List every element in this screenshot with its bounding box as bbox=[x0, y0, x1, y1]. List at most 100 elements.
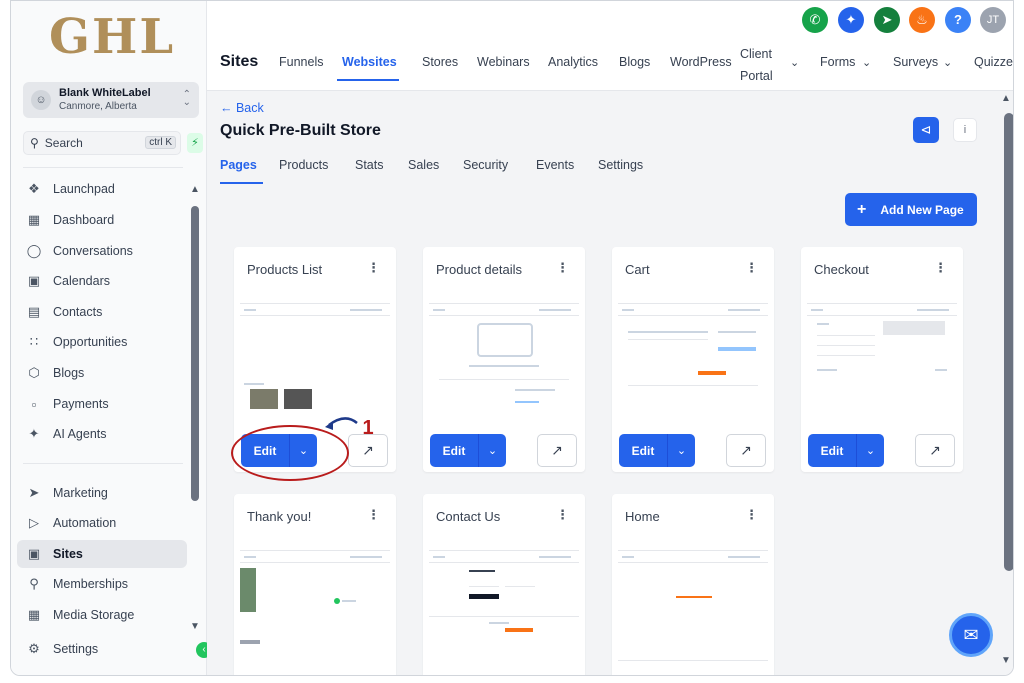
nav-webinars[interactable]: Webinars bbox=[477, 55, 530, 69]
sidebar-item-launchpad[interactable]: ❖ Launchpad bbox=[17, 175, 187, 203]
edit-button-group[interactable]: Edit ⌄ bbox=[808, 434, 884, 467]
info-icon[interactable]: i bbox=[953, 118, 977, 142]
main-scrollbar[interactable] bbox=[1004, 113, 1013, 571]
nav-analytics[interactable]: Analytics bbox=[548, 55, 598, 69]
search-button[interactable]: ⚲ Search ctrl K bbox=[23, 131, 181, 155]
page-card[interactable]: Home ⋮ bbox=[612, 494, 774, 675]
edit-button[interactable]: Edit bbox=[808, 444, 856, 458]
contacts-icon: ▤ bbox=[27, 304, 41, 319]
sidebar-item-marketing[interactable]: ➤ Marketing bbox=[17, 479, 187, 507]
external-link-icon[interactable]: ↗ bbox=[915, 434, 955, 467]
tab-products[interactable]: Products bbox=[279, 158, 328, 172]
chat-support-icon[interactable]: ✉ bbox=[949, 613, 993, 657]
nav-blogs[interactable]: Blogs bbox=[619, 55, 650, 69]
sidebar-item-blogs[interactable]: ⬡ Blogs bbox=[17, 359, 187, 387]
more-icon[interactable]: ⋮ bbox=[556, 507, 569, 523]
sidebar-item-conversations[interactable]: ◯ Conversations bbox=[17, 237, 187, 265]
sidebar-item-calendars[interactable]: ▣ Calendars bbox=[17, 267, 187, 295]
sidebar-item-label: Conversations bbox=[53, 244, 133, 258]
sidebar-item-automation[interactable]: ▷ Automation bbox=[17, 509, 187, 537]
sidebar-item-settings[interactable]: ⚙ Settings bbox=[17, 635, 187, 663]
sidebar-item-dashboard[interactable]: ▦ Dashboard bbox=[17, 206, 187, 234]
page-preview bbox=[240, 293, 390, 415]
more-icon[interactable]: ⋮ bbox=[745, 507, 758, 523]
active-tab-indicator bbox=[337, 79, 399, 81]
more-icon[interactable]: ⋮ bbox=[367, 260, 380, 276]
nav-forms[interactable]: Forms bbox=[820, 55, 855, 69]
main-content: ← Back Quick Pre-Built Store ⊲ i Pages P… bbox=[207, 91, 1013, 675]
more-icon[interactable]: ⋮ bbox=[367, 507, 380, 523]
edit-button[interactable]: Edit bbox=[430, 444, 478, 458]
tab-sales[interactable]: Sales bbox=[408, 158, 439, 172]
scroll-up-icon[interactable]: ▲ bbox=[190, 184, 200, 195]
sidebar-item-ai-agents[interactable]: ✦ AI Agents bbox=[17, 420, 187, 448]
add-new-page-button[interactable]: + Add New Page bbox=[845, 193, 977, 226]
back-link[interactable]: ← Back bbox=[220, 101, 264, 115]
tab-security[interactable]: Security bbox=[463, 158, 508, 172]
edit-button-group[interactable]: Edit ⌄ bbox=[619, 434, 695, 467]
scroll-down-icon[interactable]: ▼ bbox=[1001, 655, 1011, 666]
more-icon[interactable]: ⋮ bbox=[934, 260, 947, 276]
help-icon[interactable]: ? bbox=[945, 7, 971, 33]
nav-wordpress[interactable]: WordPress bbox=[670, 55, 732, 69]
bolt-icon[interactable]: ⚡ bbox=[187, 133, 203, 153]
nav-funnels[interactable]: Funnels bbox=[279, 55, 323, 69]
sidebar-item-contacts[interactable]: ▤ Contacts bbox=[17, 298, 187, 326]
account-switcher[interactable]: ☺ Blank WhiteLabel Canmore, Alberta ⌃ ⌄ bbox=[23, 82, 199, 118]
nav-client-portal[interactable]: Client Portal bbox=[740, 43, 773, 87]
more-icon[interactable]: ⋮ bbox=[556, 260, 569, 276]
chevron-down-icon: ⌄ bbox=[943, 57, 953, 69]
avatar[interactable]: JT bbox=[980, 7, 1006, 33]
play-icon: ▷ bbox=[29, 515, 39, 530]
chevron-down-icon[interactable]: ⌄ bbox=[668, 444, 695, 457]
edit-button[interactable]: Edit bbox=[619, 444, 667, 458]
app-window: GHL ☺ Blank WhiteLabel Canmore, Alberta … bbox=[10, 0, 1014, 676]
external-link-icon[interactable]: ↗ bbox=[537, 434, 577, 467]
nav-websites[interactable]: Websites bbox=[342, 55, 397, 69]
card-title: Product details bbox=[436, 262, 522, 277]
page-preview bbox=[618, 540, 768, 675]
share-icon[interactable]: ⊲ bbox=[913, 117, 939, 143]
external-link-icon[interactable]: ↗ bbox=[726, 434, 766, 467]
annotation-step-badge: 1 bbox=[362, 417, 374, 439]
nav-quizzes[interactable]: Quizzes bbox=[974, 55, 1013, 69]
bell-icon[interactable]: ♨ bbox=[909, 7, 935, 33]
sidebar-scrollbar[interactable] bbox=[191, 206, 199, 501]
calendar-icon: ▣ bbox=[27, 273, 41, 288]
page-preview bbox=[429, 293, 579, 415]
page-card[interactable]: Cart ⋮ Edit ⌄ ↗ bbox=[612, 247, 774, 472]
account-name: Blank WhiteLabel bbox=[59, 87, 151, 99]
sidebar-item-label: Media Storage bbox=[53, 608, 135, 622]
sidebar-item-opportunities[interactable]: ∷ Opportunities bbox=[17, 328, 187, 356]
card-title: Contact Us bbox=[436, 509, 501, 524]
tab-settings[interactable]: Settings bbox=[598, 158, 643, 172]
scroll-up-icon[interactable]: ▲ bbox=[1001, 93, 1011, 104]
tab-stats[interactable]: Stats bbox=[355, 158, 384, 172]
nav-surveys[interactable]: Surveys bbox=[893, 55, 938, 69]
phone-icon[interactable]: ✆ bbox=[802, 7, 828, 33]
page-card[interactable]: Thank you! ⋮ bbox=[234, 494, 396, 675]
page-card[interactable]: Product details ⋮ Edit ⌄ ↗ bbox=[423, 247, 585, 472]
tab-events[interactable]: Events bbox=[536, 158, 574, 172]
add-new-page-label: Add New Page bbox=[880, 202, 964, 217]
sidebar-item-memberships[interactable]: ⚲ Memberships bbox=[17, 570, 187, 598]
magic-icon[interactable]: ✦ bbox=[838, 7, 864, 33]
chevron-down-icon[interactable]: ⌄ bbox=[857, 444, 884, 457]
page-card[interactable]: Checkout ⋮ Edit ⌄ ↗ bbox=[801, 247, 963, 472]
more-icon[interactable]: ⋮ bbox=[745, 260, 758, 276]
scroll-down-icon[interactable]: ▼ bbox=[190, 621, 200, 632]
sidebar-item-label: Marketing bbox=[53, 486, 108, 500]
nav-stores[interactable]: Stores bbox=[422, 55, 458, 69]
chevron-down-icon: ⌄ bbox=[862, 57, 872, 69]
sidebar-item-sites[interactable]: ▣ Sites bbox=[17, 540, 187, 568]
sidebar-item-label: AI Agents bbox=[53, 427, 107, 441]
tab-pages[interactable]: Pages bbox=[220, 158, 257, 172]
edit-button-group[interactable]: Edit ⌄ bbox=[430, 434, 506, 467]
search-shortcut: ctrl K bbox=[145, 136, 176, 149]
megaphone-icon[interactable]: ➤ bbox=[874, 7, 900, 33]
sidebar-item-label: Blogs bbox=[53, 366, 85, 380]
page-card[interactable]: Contact Us ⋮ bbox=[423, 494, 585, 675]
chevron-down-icon[interactable]: ⌄ bbox=[479, 444, 506, 457]
sidebar-item-payments[interactable]: ▫ Payments bbox=[17, 390, 187, 418]
sidebar-item-media-storage[interactable]: ▦ Media Storage bbox=[17, 601, 187, 629]
